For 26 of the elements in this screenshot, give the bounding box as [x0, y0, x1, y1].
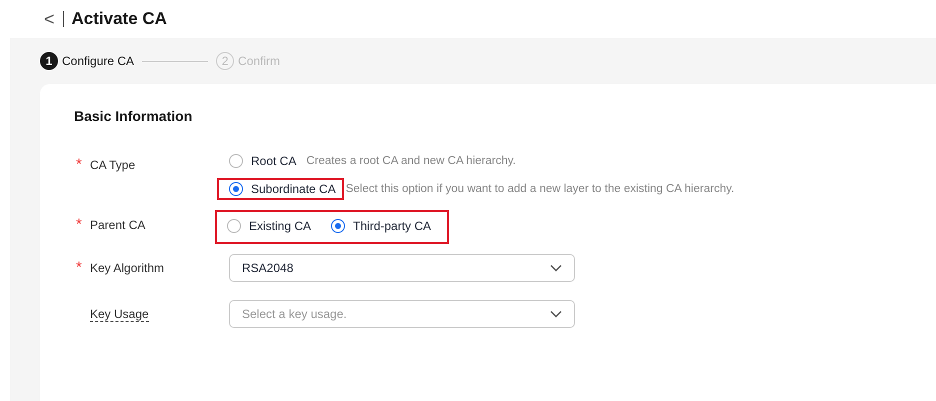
step-label[interactable]: Configure CA — [62, 54, 134, 68]
radio-button[interactable] — [229, 182, 243, 196]
radio-button[interactable] — [331, 219, 346, 233]
radio-button[interactable] — [229, 154, 243, 168]
option-hint: Creates a root CA and new CA hierarchy. — [306, 155, 516, 167]
page-title: Activate CA — [72, 9, 167, 29]
field-label: Key Usage — [90, 306, 149, 322]
option-label[interactable]: Third-party CA — [353, 219, 432, 233]
field-label: CA Type — [90, 158, 136, 172]
required-icon: * — [76, 218, 82, 232]
chevron-down-icon — [550, 310, 562, 318]
option-label[interactable]: Root CA — [251, 154, 296, 168]
select-field[interactable]: RSA2048 — [229, 254, 575, 282]
back-button[interactable]: < — [44, 9, 55, 29]
required-icon: * — [76, 261, 82, 275]
option-hint: Select this option if you want to add a new layer to the existing CA hierarchy. — [346, 183, 734, 195]
step-number: 1 — [40, 52, 58, 70]
option-label[interactable]: Subordinate CA — [251, 182, 336, 196]
required-icon: * — [76, 158, 82, 172]
step-number: 2 — [216, 52, 234, 70]
radio-button[interactable] — [227, 219, 241, 233]
chevron-down-icon — [550, 264, 562, 272]
field-label: Parent CA — [90, 218, 146, 232]
option-label[interactable]: Existing CA — [249, 219, 312, 233]
section-title: Basic Information — [74, 108, 194, 124]
field-label: Key Algorithm — [90, 261, 164, 275]
